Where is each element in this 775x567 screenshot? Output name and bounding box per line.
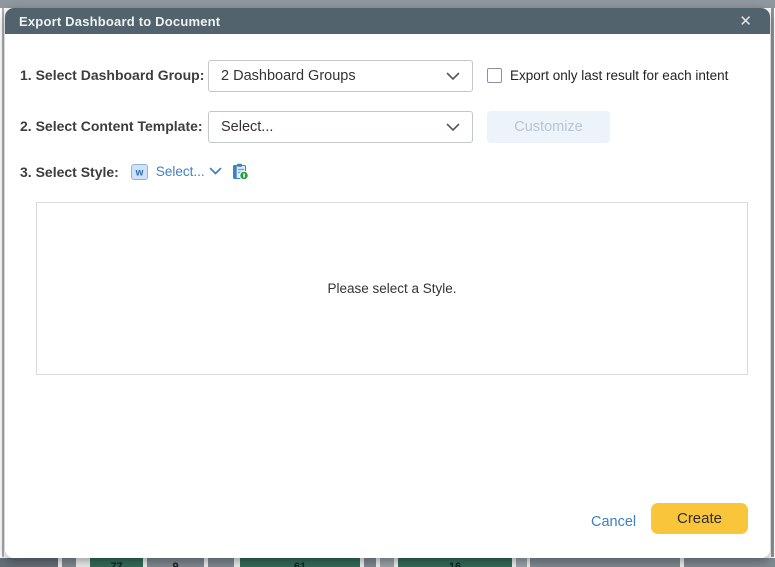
cancel-button[interactable]: Cancel <box>583 510 644 534</box>
customize-button[interactable]: Customize <box>487 111 610 143</box>
style-select-row: 3. Select Style: w Select... <box>20 163 249 180</box>
table-cell: 77 <box>90 558 143 567</box>
last-result-checkbox-row: Export only last result for each intent <box>487 68 728 83</box>
dashboard-group-value: 2 Dashboard Groups <box>221 68 446 84</box>
table-cell <box>684 558 775 567</box>
table-cell: 16 <box>398 558 512 567</box>
dashboard-group-label: 1. Select Dashboard Group: <box>20 67 204 83</box>
clipboard-preview-icon[interactable] <box>232 163 249 180</box>
table-cell <box>516 558 527 567</box>
last-result-checkbox-label: Export only last result for each intent <box>510 68 728 83</box>
page-background-left <box>2 8 4 557</box>
svg-text:w: w <box>134 167 143 178</box>
table-cell: 9 <box>147 558 204 567</box>
chevron-down-icon <box>446 123 460 132</box>
table-cell <box>0 558 58 567</box>
style-preview-panel: Please select a Style. <box>36 202 748 375</box>
close-icon[interactable]: ✕ <box>735 12 756 31</box>
create-button[interactable]: Create <box>651 503 748 534</box>
chevron-down-icon <box>446 72 460 81</box>
dialog-titlebar: Export Dashboard to Document ✕ <box>5 8 770 34</box>
content-template-dropdown[interactable]: Select... <box>208 111 473 143</box>
export-dashboard-dialog: Export Dashboard to Document ✕ 1. Select… <box>5 8 770 558</box>
dialog-body: 1. Select Dashboard Group: 2 Dashboard G… <box>5 34 770 558</box>
style-label: 3. Select Style: <box>20 164 119 180</box>
last-result-checkbox[interactable] <box>487 68 502 83</box>
table-cell <box>62 558 76 567</box>
dialog-title: Export Dashboard to Document <box>19 14 220 29</box>
table-cell <box>530 558 680 567</box>
style-panel-placeholder: Please select a Style. <box>327 281 456 296</box>
page-background-top <box>0 0 775 8</box>
page-background-right <box>771 8 774 557</box>
background-dashboard-table: 77 9 61 16 <box>0 558 775 567</box>
word-document-icon: w <box>131 164 148 180</box>
content-template-value: Select... <box>221 119 446 135</box>
chevron-down-icon[interactable] <box>209 167 222 176</box>
table-cell <box>208 558 234 567</box>
style-select-link[interactable]: Select... <box>156 164 205 179</box>
table-cell: 61 <box>240 558 360 567</box>
table-cell <box>364 558 376 567</box>
dashboard-group-dropdown[interactable]: 2 Dashboard Groups <box>208 60 473 92</box>
content-template-label: 2. Select Content Template: <box>20 118 203 134</box>
table-cell <box>380 558 394 567</box>
